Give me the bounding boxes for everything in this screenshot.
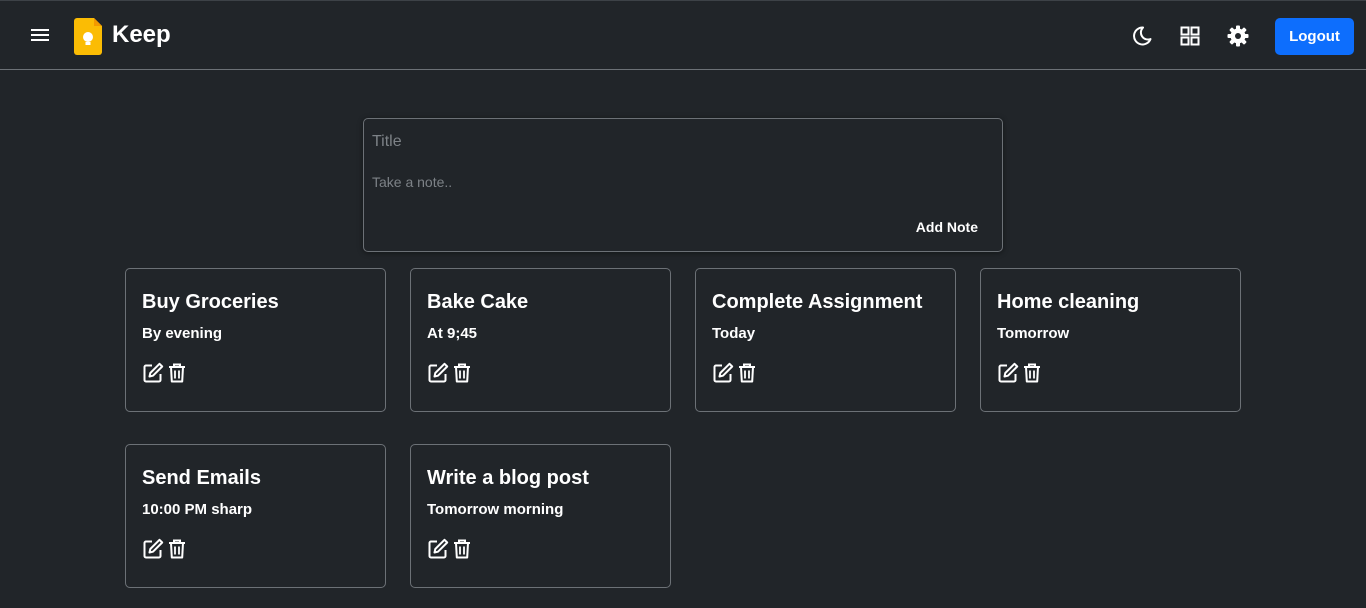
- note-title-input[interactable]: [372, 129, 972, 155]
- note-content: Today: [712, 325, 756, 342]
- hamburger-menu-icon[interactable]: [29, 24, 51, 46]
- note-title: Write a blog post: [427, 467, 589, 489]
- compose-note-form: Add Note: [363, 118, 1003, 252]
- note-card: Write a blog post Tomorrow morning: [410, 444, 671, 588]
- edit-icon[interactable]: [142, 362, 164, 384]
- note-actions: [712, 362, 758, 384]
- note-content: 10:00 PM sharp: [142, 501, 253, 518]
- trash-icon[interactable]: [1021, 362, 1043, 384]
- trash-icon[interactable]: [166, 538, 188, 560]
- note-title: Bake Cake: [427, 291, 529, 313]
- note-card: Buy Groceries By evening: [125, 268, 386, 412]
- gear-icon[interactable]: [1227, 25, 1249, 47]
- note-actions: [997, 362, 1043, 384]
- grid-view-icon[interactable]: [1179, 25, 1201, 47]
- note-title: Home cleaning: [997, 291, 1140, 313]
- note-card: Home cleaning Tomorrow: [980, 268, 1241, 412]
- edit-icon[interactable]: [427, 362, 449, 384]
- note-title: Buy Groceries: [142, 291, 279, 313]
- edit-icon[interactable]: [997, 362, 1019, 384]
- moon-icon[interactable]: [1131, 25, 1153, 47]
- top-navbar: Keep Logout: [0, 0, 1366, 70]
- note-card: Bake Cake At 9;45: [410, 268, 671, 412]
- note-content: Tomorrow: [997, 325, 1070, 342]
- trash-icon[interactable]: [736, 362, 758, 384]
- note-actions: [142, 538, 188, 560]
- note-actions: [427, 538, 473, 560]
- note-card: Send Emails 10:00 PM sharp: [125, 444, 386, 588]
- note-content: By evening: [142, 325, 223, 342]
- trash-icon[interactable]: [166, 362, 188, 384]
- note-content: At 9;45: [427, 325, 478, 342]
- note-content: Tomorrow morning: [427, 501, 564, 518]
- note-title: Complete Assignment: [712, 291, 923, 313]
- trash-icon[interactable]: [451, 538, 473, 560]
- add-note-button[interactable]: Add Note: [916, 219, 978, 235]
- app-name: Keep: [112, 21, 171, 48]
- note-content-input[interactable]: [372, 174, 972, 196]
- keep-logo-icon: [74, 18, 102, 55]
- edit-icon[interactable]: [427, 538, 449, 560]
- note-actions: [427, 362, 473, 384]
- note-actions: [142, 362, 188, 384]
- note-card: Complete Assignment Today: [695, 268, 956, 412]
- trash-icon[interactable]: [451, 362, 473, 384]
- edit-icon[interactable]: [142, 538, 164, 560]
- logout-button[interactable]: Logout: [1275, 18, 1354, 55]
- note-title: Send Emails: [142, 467, 261, 489]
- edit-icon[interactable]: [712, 362, 734, 384]
